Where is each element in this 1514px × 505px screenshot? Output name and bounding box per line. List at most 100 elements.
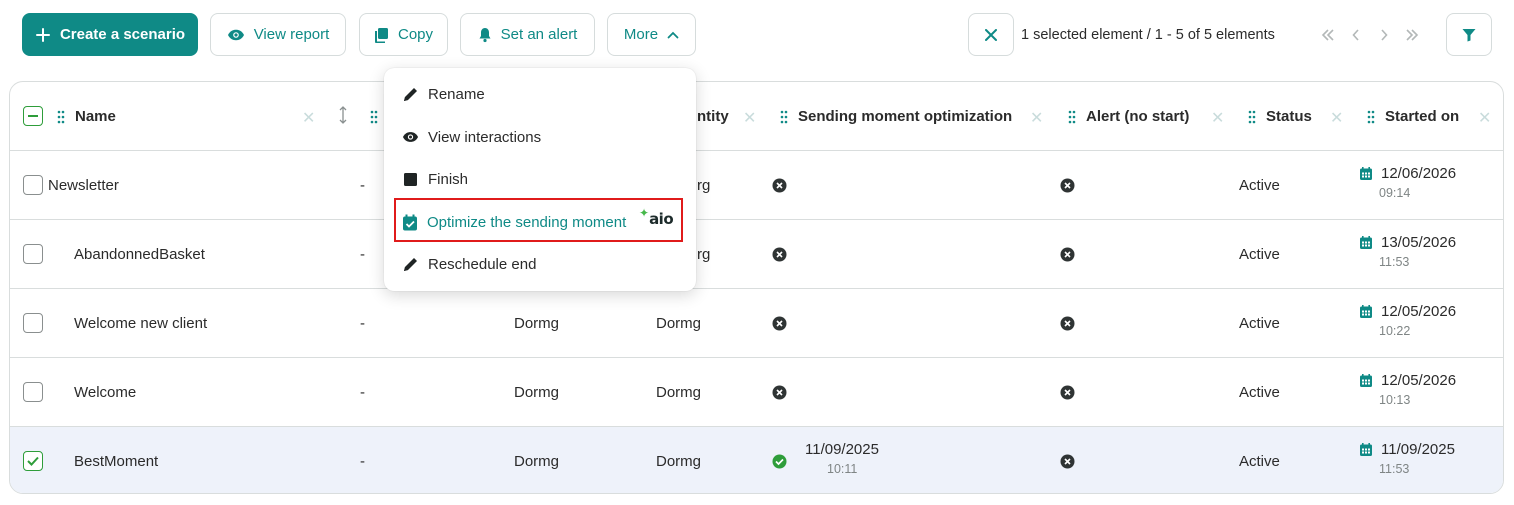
more-button[interactable]: More bbox=[607, 13, 696, 56]
clear-selection-button[interactable] bbox=[968, 13, 1014, 56]
row-name[interactable]: BestMoment bbox=[74, 427, 158, 493]
menu-item-optimize-sending-moment[interactable]: Optimize the sending moment bbox=[402, 210, 626, 234]
menu-item-label: Optimize the sending moment bbox=[427, 213, 627, 231]
calendar-icon bbox=[1360, 305, 1372, 318]
drag-handle-icon[interactable] bbox=[1367, 110, 1375, 124]
calendar-icon bbox=[1360, 236, 1372, 249]
drag-handle-icon[interactable] bbox=[370, 110, 378, 124]
row-checkbox[interactable] bbox=[23, 313, 43, 333]
first-page-icon[interactable] bbox=[1318, 28, 1338, 41]
calendar-icon bbox=[1360, 374, 1372, 387]
remove-column-icon[interactable]: ✕ bbox=[1211, 108, 1224, 128]
select-all-checkbox[interactable] bbox=[23, 106, 43, 126]
row-smo-time: 10:11 bbox=[827, 462, 858, 476]
menu-item-finish[interactable]: Finish bbox=[402, 167, 468, 191]
enabled-check-icon bbox=[772, 427, 787, 493]
check-icon bbox=[27, 456, 39, 466]
row-col4: rg bbox=[697, 176, 711, 194]
disabled-icon bbox=[772, 151, 787, 219]
drag-handle-icon[interactable] bbox=[1068, 110, 1076, 124]
row-col2: - bbox=[360, 452, 365, 470]
row-status: Active bbox=[1239, 176, 1280, 194]
last-page-icon[interactable] bbox=[1402, 28, 1422, 41]
column-header-started-on[interactable]: Started on bbox=[1367, 82, 1459, 151]
drag-handle-icon[interactable] bbox=[1248, 110, 1256, 124]
row-started-on: 12/05/2026 10:13 bbox=[1360, 372, 1500, 407]
pencil-icon bbox=[404, 87, 417, 101]
menu-item-label: Rename bbox=[428, 85, 485, 103]
set-alert-button[interactable]: Set an alert bbox=[460, 13, 595, 56]
copy-button[interactable]: Copy bbox=[359, 13, 448, 56]
row-date: 12/05/2026 bbox=[1381, 303, 1457, 320]
row-date: 11/09/2025 bbox=[1381, 441, 1455, 458]
close-icon bbox=[985, 28, 997, 41]
row-col4: Dormg bbox=[656, 383, 702, 401]
filter-icon bbox=[1462, 28, 1476, 41]
sparkle-icon: ✦ bbox=[639, 206, 650, 220]
menu-item-label: Finish bbox=[428, 170, 469, 188]
menu-item-view-interactions[interactable]: View interactions bbox=[402, 125, 541, 149]
sort-icon[interactable] bbox=[338, 106, 348, 129]
remove-column-icon[interactable]: ✕ bbox=[1478, 108, 1491, 128]
row-col2: - bbox=[360, 245, 365, 263]
next-page-icon[interactable] bbox=[1374, 28, 1394, 41]
table-row[interactable]: Welcome - Dormg Dormg Active 12/05/2026 … bbox=[10, 358, 1503, 427]
row-name[interactable]: Welcome new client bbox=[74, 289, 207, 357]
scenarios-table: Name ✕ ntity ✕ Sending moment optimizati… bbox=[9, 81, 1504, 494]
row-col3: Dormg bbox=[514, 452, 560, 470]
row-started-on: 12/05/2026 10:22 bbox=[1360, 303, 1500, 338]
column-label-name: Name bbox=[75, 108, 116, 125]
row-status: Active bbox=[1239, 245, 1280, 263]
remove-column-icon[interactable]: ✕ bbox=[1330, 108, 1343, 128]
menu-item-rename[interactable]: Rename bbox=[402, 82, 485, 106]
create-scenario-label: Create a scenario bbox=[59, 26, 186, 43]
create-scenario-button[interactable]: Create a scenario bbox=[22, 13, 198, 56]
column-label-quantity: ntity bbox=[697, 108, 729, 125]
row-checkbox[interactable] bbox=[23, 451, 43, 471]
column-header-sending-moment[interactable]: Sending moment optimization bbox=[780, 82, 1012, 151]
table-row[interactable]: AbandonnedBasket - rg Active 13/05/2026 … bbox=[10, 220, 1503, 289]
row-checkbox[interactable] bbox=[23, 175, 43, 195]
view-report-button[interactable]: View report bbox=[210, 13, 346, 56]
chevron-up-icon bbox=[667, 31, 679, 38]
row-smo-date: 11/09/2025 10:11 bbox=[805, 441, 879, 476]
drag-handle-icon[interactable] bbox=[57, 110, 65, 124]
column-header-alert[interactable]: Alert (no start) bbox=[1068, 82, 1189, 151]
table-row[interactable]: Newsletter - rg Active 12/06/2026 09:14 bbox=[10, 151, 1503, 220]
remove-column-icon[interactable]: ✕ bbox=[743, 108, 756, 128]
row-col4: rg bbox=[697, 245, 711, 263]
table-row[interactable]: Welcome new client - Dormg Dormg Active … bbox=[10, 289, 1503, 358]
remove-column-icon[interactable]: ✕ bbox=[1030, 108, 1043, 128]
row-name[interactable]: Welcome bbox=[74, 358, 136, 426]
column-header-quantity[interactable]: ntity bbox=[697, 82, 729, 151]
table-row[interactable]: BestMoment - Dormg Dormg 11/09/2025 10:1… bbox=[10, 427, 1503, 493]
row-time: 11:53 bbox=[1379, 462, 1410, 476]
row-name[interactable]: AbandonnedBasket bbox=[74, 220, 205, 288]
row-name[interactable]: Newsletter bbox=[48, 151, 119, 219]
column-header-status[interactable]: Status bbox=[1248, 82, 1312, 151]
prev-page-icon[interactable] bbox=[1346, 28, 1366, 41]
selection-info: 1 selected element / 1 - 5 of 5 elements bbox=[1021, 26, 1275, 43]
filter-button[interactable] bbox=[1446, 13, 1492, 56]
column-label-status: Status bbox=[1266, 108, 1312, 125]
plus-icon bbox=[35, 27, 50, 42]
row-col2: - bbox=[360, 314, 365, 332]
copy-label: Copy bbox=[397, 26, 434, 43]
more-dropdown-menu: Rename View interactions Finish Optimize… bbox=[384, 68, 696, 291]
column-label-alert: Alert (no start) bbox=[1086, 108, 1190, 125]
row-date: 13/05/2026 bbox=[1381, 234, 1457, 251]
row-checkbox[interactable] bbox=[23, 244, 43, 264]
menu-item-label: View interactions bbox=[428, 128, 542, 146]
row-col2: - bbox=[360, 383, 365, 401]
remove-column-icon[interactable]: ✕ bbox=[302, 108, 315, 128]
column-header-name[interactable]: Name bbox=[57, 82, 116, 151]
row-time: 10:22 bbox=[1379, 324, 1411, 338]
calendar-check-icon bbox=[403, 214, 417, 230]
row-started-on: 12/06/2026 09:14 bbox=[1360, 165, 1500, 200]
drag-handle-icon[interactable] bbox=[780, 110, 788, 124]
disabled-icon bbox=[772, 289, 787, 357]
row-col4: Dormg bbox=[656, 314, 702, 332]
row-checkbox[interactable] bbox=[23, 382, 43, 402]
menu-item-reschedule-end[interactable]: Reschedule end bbox=[402, 252, 536, 276]
row-time: 11:53 bbox=[1379, 255, 1410, 269]
